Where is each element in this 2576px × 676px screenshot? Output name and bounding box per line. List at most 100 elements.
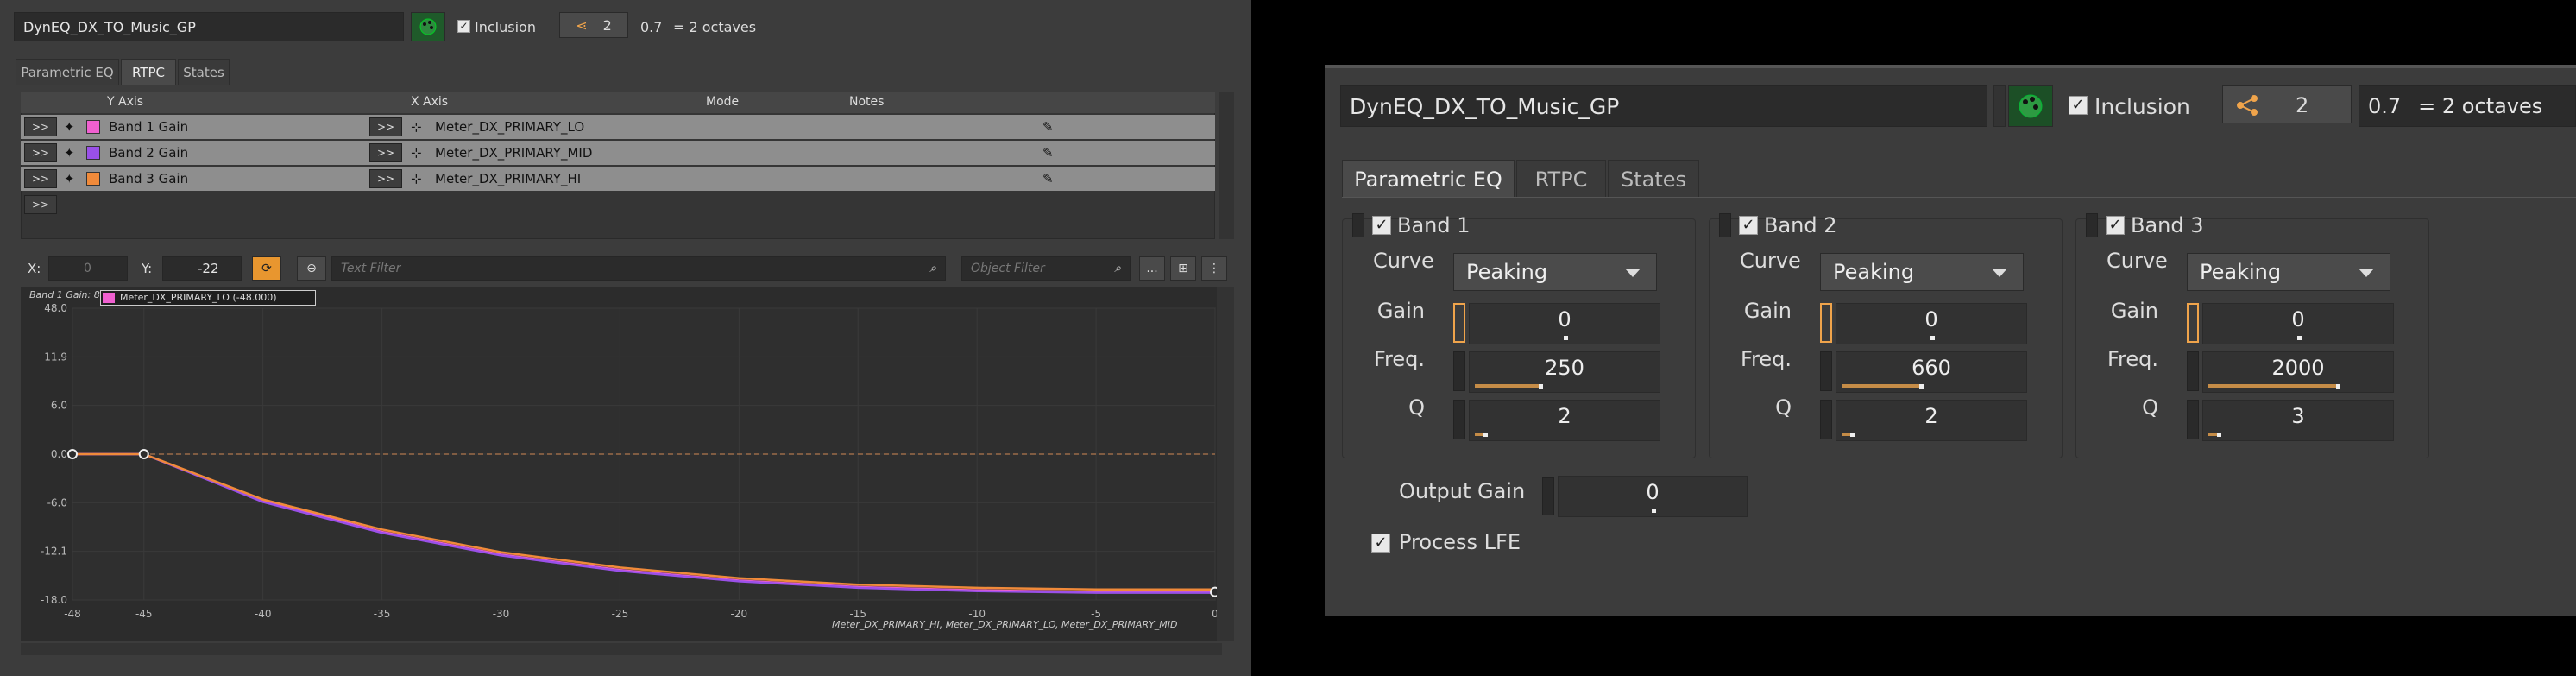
more-button[interactable]: ... bbox=[1139, 256, 1165, 281]
gain-slider[interactable]: 0 bbox=[2202, 303, 2394, 344]
link-button[interactable]: ⊖ bbox=[297, 256, 326, 281]
expand-button[interactable]: >> bbox=[24, 169, 57, 188]
freq-fill bbox=[1842, 384, 1921, 388]
table-row[interactable]: >> ✦ Band 2 Gain >> ⊹ Meter_DX_PRIMARY_M… bbox=[21, 141, 1215, 165]
graph-options-button[interactable]: ⊞ bbox=[1170, 256, 1196, 281]
output-gain-slider[interactable]: 0 bbox=[1558, 476, 1748, 517]
x-axis-picker-button[interactable]: >> bbox=[369, 169, 402, 188]
graph-title: Band 1 Gain: 8 bbox=[29, 289, 100, 300]
curve-dropdown[interactable]: Peaking bbox=[2187, 253, 2390, 291]
freq-label: Freq. bbox=[1373, 347, 1425, 371]
pin-icon[interactable]: ✦ bbox=[64, 115, 75, 139]
q-label: Q bbox=[1775, 395, 1792, 420]
color-picker-button[interactable] bbox=[411, 12, 445, 41]
curve-dropdown[interactable]: Peaking bbox=[1820, 253, 2024, 291]
x-axis-picker-button[interactable]: >> bbox=[369, 143, 402, 162]
table-row[interactable]: >> ✦ Band 1 Gain >> ⊹ Meter_DX_PRIMARY_L… bbox=[21, 115, 1215, 139]
gain-slider[interactable]: 0 bbox=[1836, 303, 2027, 344]
share-button[interactable]: ⋖ 2 bbox=[559, 12, 628, 38]
output-gain-handle[interactable] bbox=[1542, 477, 1554, 515]
q-slider[interactable]: 2 bbox=[1836, 400, 2027, 441]
curve-label: Curve bbox=[1740, 249, 1801, 273]
tab-states[interactable]: States bbox=[1608, 160, 1699, 198]
tab-rtpc[interactable]: RTPC bbox=[1516, 160, 1606, 198]
pin-icon[interactable]: ✦ bbox=[64, 167, 75, 191]
band-1-checkbox[interactable]: ✓ bbox=[1372, 216, 1391, 235]
x-axis-cell: Meter_DX_PRIMARY_LO bbox=[435, 119, 585, 135]
q-slider[interactable]: 2 bbox=[1469, 400, 1660, 441]
freq-slider[interactable]: 660 bbox=[1836, 351, 2027, 393]
x-tick-label: -5 bbox=[1091, 608, 1101, 620]
graph-vertical-scrollbar[interactable] bbox=[1217, 287, 1234, 641]
tab-parametric-eq[interactable]: Parametric EQ bbox=[1342, 160, 1515, 198]
freq-slider[interactable]: 250 bbox=[1469, 351, 1660, 393]
tab-rtpc[interactable]: RTPC bbox=[121, 59, 176, 85]
band-handle[interactable] bbox=[2086, 213, 2098, 237]
octave-field[interactable]: 0.7 = 2 octaves bbox=[2359, 85, 2576, 127]
x-coordinate-field[interactable]: 0 bbox=[48, 256, 128, 281]
inclusion-checkbox[interactable]: ✓ bbox=[2069, 96, 2088, 115]
object-filter-input[interactable]: Object Filter ⌕ bbox=[961, 256, 1131, 281]
y-tick-label: -12.1 bbox=[41, 546, 67, 558]
table-row[interactable]: >> ✦ Band 3 Gain >> ⊹ Meter_DX_PRIMARY_H… bbox=[21, 167, 1215, 191]
expand-button[interactable]: >> bbox=[24, 143, 57, 162]
y-coordinate-field[interactable]: -22 bbox=[162, 256, 242, 281]
gain-handle[interactable] bbox=[1820, 303, 1832, 343]
gain-handle[interactable] bbox=[1453, 303, 1465, 343]
band-3-checkbox[interactable]: ✓ bbox=[2106, 216, 2125, 235]
rtpc-graph[interactable]: -48 -45 -40 -35 -30 -25 -20 -15 -10 -5 048.011.96.… bbox=[21, 287, 1222, 641]
text-filter-input[interactable]: Text Filter ⌕ bbox=[331, 256, 946, 281]
y-tick-label: 6.0 bbox=[51, 400, 67, 412]
share-button[interactable]: 2 bbox=[2222, 85, 2352, 123]
tab-parametric-eq[interactable]: Parametric EQ bbox=[16, 59, 119, 85]
search-icon: ⌕ bbox=[929, 262, 936, 275]
band-2-checkbox[interactable]: ✓ bbox=[1739, 216, 1758, 235]
gain-slider[interactable]: 0 bbox=[1469, 303, 1660, 344]
curve-value: Peaking bbox=[1466, 260, 1548, 284]
grid-scrollbar[interactable] bbox=[1219, 92, 1234, 239]
process-lfe-checkbox[interactable]: ✓ bbox=[1371, 534, 1390, 553]
q-handle[interactable] bbox=[2187, 400, 2199, 439]
q-handle[interactable] bbox=[1820, 400, 1832, 439]
tab-states[interactable]: States bbox=[178, 59, 230, 85]
object-name-field[interactable]: DynEQ_DX_TO_Music_GP bbox=[1340, 85, 1987, 127]
y-tick-label: -6.0 bbox=[47, 496, 67, 509]
x-axis-picker-button[interactable]: >> bbox=[369, 117, 402, 136]
chevron-down-icon bbox=[1992, 269, 2007, 277]
inclusion-checkbox[interactable]: ✓ bbox=[457, 20, 470, 33]
band-handle[interactable] bbox=[1352, 213, 1364, 237]
snap-button[interactable]: ⟳ bbox=[252, 256, 281, 281]
band-handle[interactable] bbox=[1719, 213, 1731, 237]
graph-horizontal-scrollbar[interactable] bbox=[21, 643, 1222, 655]
edit-notes-icon[interactable]: ✎ bbox=[1042, 141, 1054, 165]
edit-notes-icon[interactable]: ✎ bbox=[1042, 167, 1054, 191]
color-picker-button[interactable] bbox=[2008, 85, 2053, 127]
object-name-field[interactable]: DynEQ_DX_TO_Music_GP bbox=[14, 12, 404, 41]
x-tick-label: -15 bbox=[849, 608, 866, 620]
gain-label: Gain bbox=[2110, 299, 2158, 323]
pin-icon[interactable]: ✦ bbox=[64, 141, 75, 165]
panel-menu-button[interactable]: ⋮ bbox=[1201, 256, 1227, 281]
edit-notes-icon[interactable]: ✎ bbox=[1042, 115, 1054, 139]
share-count: 2 bbox=[602, 16, 612, 34]
q-slider[interactable]: 3 bbox=[2202, 400, 2394, 441]
eq-panel: DynEQ_DX_TO_Music_GP ✓ Inclusion 2 0.7 =… bbox=[1325, 65, 2576, 616]
band-name: Band 3 bbox=[2131, 213, 2204, 237]
menu-dots-icon: ⋮ bbox=[1208, 262, 1220, 275]
add-row-button[interactable]: >> bbox=[24, 195, 57, 214]
output-gain-value: 0 bbox=[1646, 480, 1660, 504]
freq-slider[interactable]: 2000 bbox=[2202, 351, 2394, 393]
q-handle[interactable] bbox=[1453, 400, 1465, 439]
freq-handle[interactable] bbox=[1453, 351, 1465, 391]
slider-thumb bbox=[2217, 433, 2221, 437]
share-count: 2 bbox=[2296, 93, 2309, 117]
octave-label: = 2 octaves bbox=[2418, 94, 2543, 118]
freq-handle[interactable] bbox=[2187, 351, 2199, 391]
field-handle bbox=[1993, 85, 2006, 127]
curve-dropdown[interactable]: Peaking bbox=[1453, 253, 1657, 291]
search-icon: ⌕ bbox=[1114, 262, 1121, 275]
freq-handle[interactable] bbox=[1820, 351, 1832, 391]
gain-handle[interactable] bbox=[2187, 303, 2199, 343]
expand-button[interactable]: >> bbox=[24, 117, 57, 136]
process-lfe-label: Process LFE bbox=[1399, 530, 1521, 554]
